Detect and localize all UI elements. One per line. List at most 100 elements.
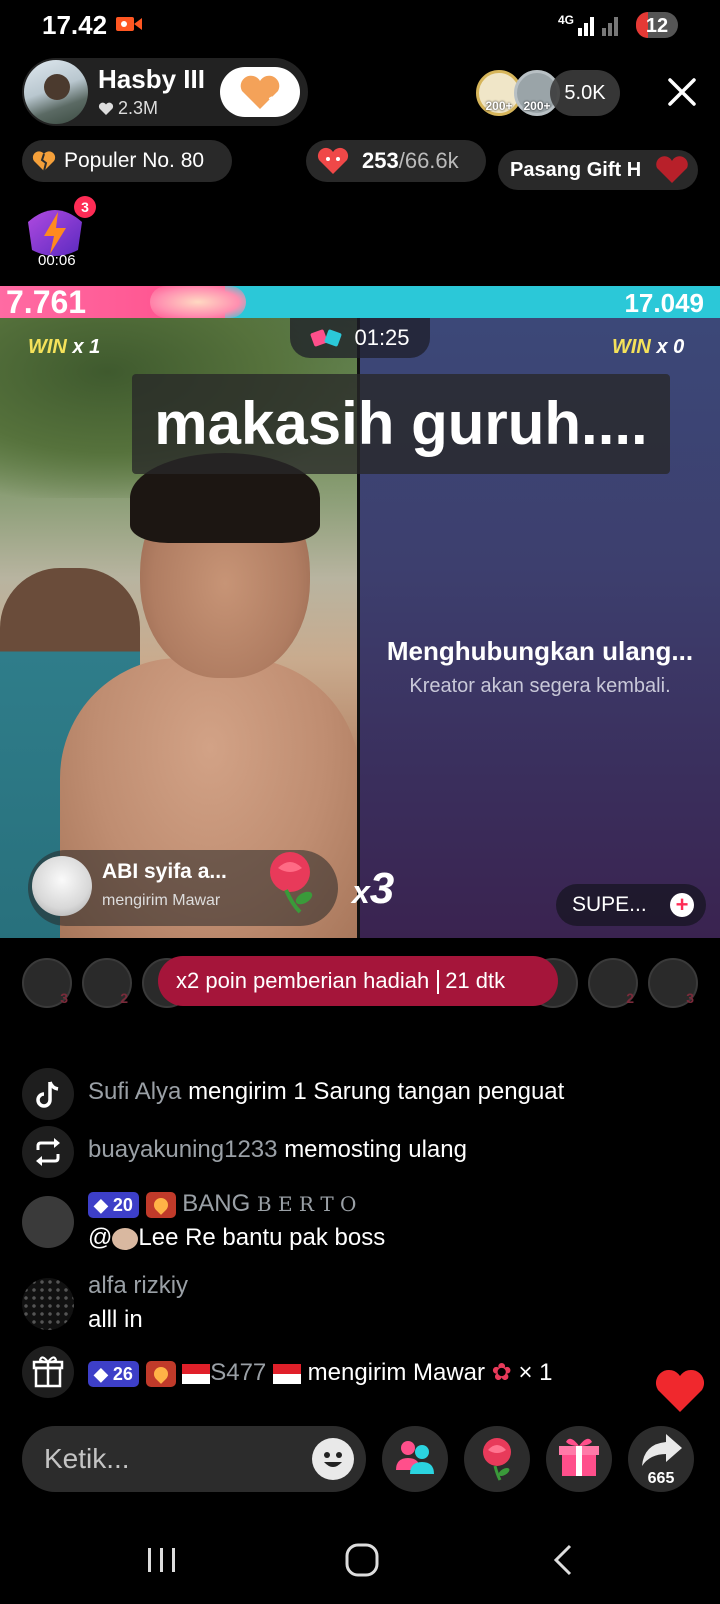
chat-message-text: mengirim Mawar [307,1359,485,1386]
win-count: x 0 [656,336,685,358]
chat-username[interactable]: buayakuning1233 [88,1136,278,1163]
gift-heart-icon [656,156,688,183]
super-fan-label: SUPE... [572,893,647,916]
host-info[interactable]: Hasby III 2.3M 12 [22,58,308,126]
heart-icon [98,102,114,115]
chat-message: Sufi Alya mengirim 1 Sarung tangan pengu… [22,1066,712,1122]
gift-button[interactable] [546,1426,612,1492]
reconnecting-notice: Menghubungkan ulang... Kreator akan sege… [360,636,720,698]
power-badge-count: 3 [74,196,96,218]
chat-message-text: Lee Re bantu pak boss [138,1224,386,1251]
chat-message-text: mengirim 1 Sarung tangan penguat [188,1078,565,1105]
fan-badge [145,1360,176,1387]
repost-icon [22,1126,74,1178]
plus-icon: + [670,893,694,917]
gift-goal-badge[interactable]: 253/66.6k [306,140,486,182]
power-timer: 00:06 [38,252,76,269]
win-label: WIN [612,336,651,358]
contributor-avatar[interactable]: 2 [588,958,638,1008]
people-icon [396,1441,434,1474]
battle-spark [150,286,246,318]
gift-sender-name: ABI syifa a... [102,860,227,883]
multiplier-text: x2 poin pemberian hadiah [176,968,430,993]
chat-username[interactable]: Sufi Alya [88,1078,181,1105]
gift-sender-avatar[interactable] [32,856,92,916]
rose-icon [483,1438,511,1481]
level-badge: ◆ 20 [88,1191,139,1218]
win-count-right: WIN x 0 [612,336,684,359]
battle-score-right: 17.049 [624,288,704,318]
co-host-button[interactable] [382,1426,448,1492]
pair-gift-badge[interactable]: Pasang Gift H [498,150,698,190]
recent-apps-icon[interactable] [132,1538,192,1582]
fan-club-button[interactable]: 12 [220,67,300,117]
screen-record-icon [116,17,142,31]
gift-box-icon [559,1438,599,1476]
flag-icon [182,1363,211,1384]
win-count-left: WIN x 1 [28,336,100,359]
contributor-avatar[interactable]: 3 [22,958,72,1008]
share-count: 665 [647,1470,675,1487]
fan-badge [145,1191,176,1218]
reconnect-title: Menghubungkan ulang... [386,636,694,666]
gift-multiplier-count: 3 [369,864,395,913]
chat-avatar[interactable] [22,1196,74,1248]
chat-message: alfa rizkiy alll in [22,1272,712,1342]
broken-heart-icon [32,151,56,172]
multiplier-time: 21 dtk [445,968,506,993]
goal-current: 253 [362,148,399,173]
goal-total: /66.6k [398,148,459,173]
comment-input[interactable] [44,1426,304,1492]
chat-message: buayakuning1233 memosting ulang [22,1124,712,1180]
chat-username[interactable]: BANG [182,1190,250,1217]
back-icon[interactable] [534,1538,594,1582]
comment-input-box[interactable] [22,1426,366,1492]
network-type: 4G [557,13,574,27]
chat-message: ◆ 26 S477 mengirim Mawar ✿ × 1 [22,1346,712,1402]
gift-multiplier-prefix: x [352,874,370,910]
win-count: x 1 [72,336,101,358]
rank-label: Populer No. 80 [64,149,205,172]
host-likes-count: 2.3M [118,98,159,118]
battle-score-left: 7.761 [6,284,87,320]
chat-message: ◆ 20 BANG B E R T O @ Lee Re bantu pak bo… [22,1190,712,1260]
gift-icon [22,1346,74,1398]
battle-icon [311,329,342,347]
home-icon[interactable] [332,1538,392,1582]
host-likes: 2.3M [98,98,158,119]
popular-rank-badge[interactable]: Populer No. 80 [22,140,232,182]
chat-username[interactable]: alfa rizkiy [88,1272,188,1299]
status-time: 17.42 [42,10,108,40]
viewer-count[interactable]: 5.0K [550,70,620,116]
share-button[interactable]: 665 [628,1426,694,1492]
battle-timer-text: 01:25 [354,325,410,350]
chat-mention: @ [88,1224,113,1251]
chat-username[interactable]: S477 [210,1359,266,1386]
battery-indicator: 12 [636,12,678,38]
pair-gift-label: Pasang Gift H [510,159,642,181]
reconnect-subtitle: Kreator akan segera kembali. [409,675,671,697]
host-name: Hasby III [98,64,205,94]
share-icon [642,1434,682,1466]
level-badge: ◆ 26 [88,1360,139,1387]
contributor-avatar[interactable]: 3 [648,958,698,1008]
host-avatar[interactable] [24,60,88,124]
gift-multiplier: x3 [352,864,394,914]
multiplier-banner: x2 poin pemberian hadiah 21 dtk [158,956,558,1006]
rose-gift-button[interactable] [464,1426,530,1492]
chat-message-text: memosting ulang [284,1136,467,1163]
emoji-icon[interactable] [312,1438,354,1480]
close-icon[interactable] [664,74,700,110]
status-bar: 17.42 4G 12 [0,0,720,48]
chat-avatar[interactable] [22,1278,74,1330]
super-fan-button[interactable]: SUPE... + [556,884,706,926]
tiktok-icon [22,1068,74,1120]
battery-level: 12 [645,15,669,37]
mention-avatar-icon [112,1227,139,1250]
contributor-avatar[interactable]: 2 [82,958,132,1008]
flag-icon [272,1363,301,1384]
battle-score-bar [0,286,720,318]
signal-icon [578,17,618,36]
chat-gift-count: × 1 [518,1359,553,1386]
chat-message-text: alll in [88,1306,143,1333]
